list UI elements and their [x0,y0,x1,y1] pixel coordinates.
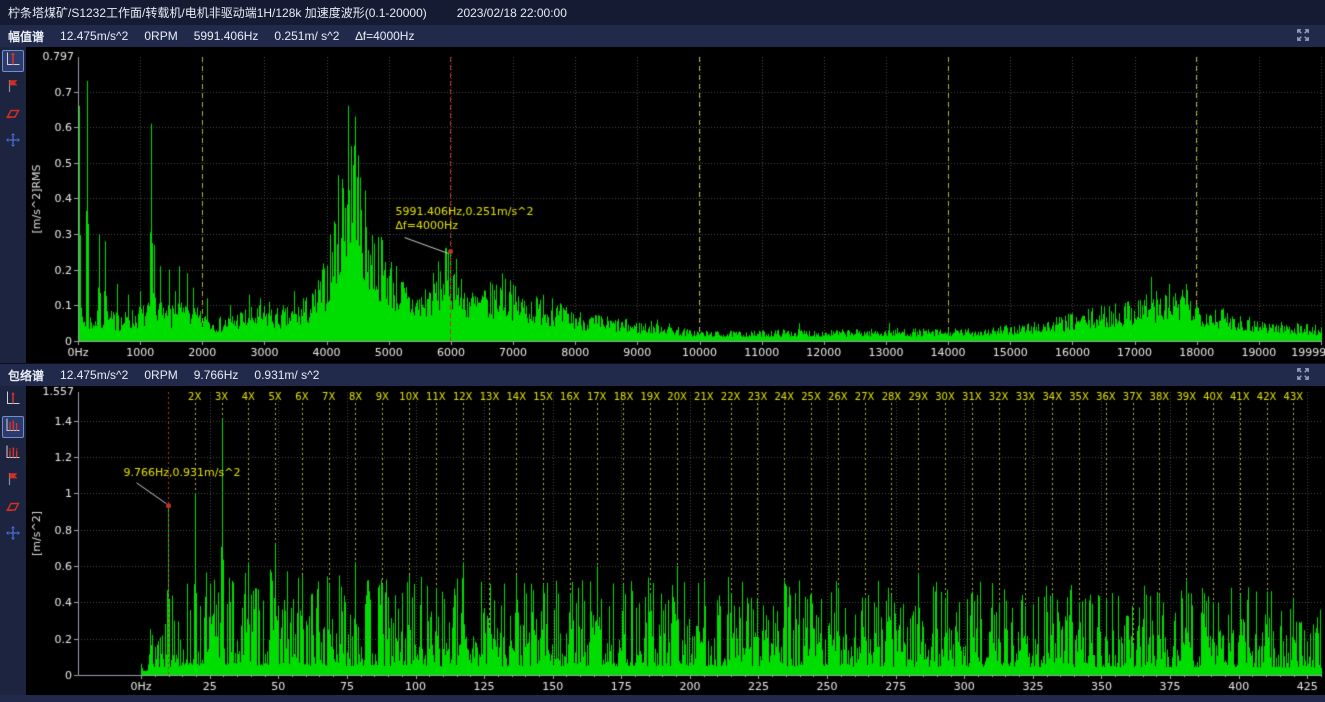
envelope-cursor-value: 0.931m/ s^2 [254,368,319,382]
pan-tool-button[interactable] [2,131,24,153]
band-marker-tool-button[interactable] [2,497,24,519]
envelope-spectrum-canvas[interactable] [26,386,1325,695]
pan-move-icon [5,132,21,153]
envelope-cursor-frequency: 9.766Hz [194,368,239,382]
band-marker-tool-button[interactable] [2,104,24,126]
flag-icon [5,471,21,492]
bottom-status-strip [0,695,1325,702]
envelope-toolbar [0,386,26,695]
flag-icon [5,78,21,99]
amplitude-cursor-frequency: 5991.406Hz [194,29,259,43]
sideband-cursor-icon [5,444,21,465]
single-cursor-tool-button[interactable] [2,389,24,411]
amplitude-delta-f: ∆f=4000Hz [355,29,414,43]
sideband-cursor-tool-button[interactable] [2,443,24,465]
amplitude-toolbar [0,47,26,363]
expand-icon [1295,370,1311,385]
measurement-datetime: 2023/02/18 22:00:00 [457,6,567,20]
envelope-spectrum-title: 包络谱 [8,367,44,384]
expand-envelope-button[interactable] [1289,365,1317,385]
envelope-spectrum-section [0,386,1325,695]
single-cursor-icon [5,51,21,72]
harmonic-cursor-icon [5,417,21,438]
amplitude-cursor-value: 0.251m/ s^2 [274,29,339,43]
flag-marker-tool-button[interactable] [2,470,24,492]
measurement-path-title: 柠条塔煤矿/S1232工作面/转载机/电机非驱动端1H/128k 加速度波形(0… [8,4,427,21]
amplitude-spectrum-canvas[interactable] [26,47,1325,363]
amplitude-rpm: 0RPM [144,29,177,43]
amplitude-spectrum-title: 幅值谱 [8,28,44,45]
amplitude-spectrum-header: 幅值谱 12.475m/s^2 0RPM 5991.406Hz 0.251m/ … [0,25,1325,47]
band-marker-icon [5,105,21,126]
amplitude-overall-rms: 12.475m/s^2 [60,29,128,43]
envelope-rpm: 0RPM [144,368,177,382]
band-marker-icon [5,498,21,519]
title-bar: 柠条塔煤矿/S1232工作面/转载机/电机非驱动端1H/128k 加速度波形(0… [0,0,1325,25]
envelope-spectrum-header: 包络谱 12.475m/s^2 0RPM 9.766Hz 0.931m/ s^2 [0,364,1325,386]
flag-marker-tool-button[interactable] [2,77,24,99]
expand-amplitude-button[interactable] [1289,26,1317,46]
pan-move-icon [5,525,21,546]
pan-tool-button[interactable] [2,524,24,546]
spectrum-analyzer-window: 柠条塔煤矿/S1232工作面/转载机/电机非驱动端1H/128k 加速度波形(0… [0,0,1325,702]
envelope-overall-rms: 12.475m/s^2 [60,368,128,382]
harmonic-cursor-tool-button[interactable] [2,416,24,438]
single-cursor-chart-icon [5,390,21,411]
amplitude-spectrum-section [0,47,1325,363]
expand-icon [1295,31,1311,46]
single-cursor-tool-button[interactable] [2,50,24,72]
